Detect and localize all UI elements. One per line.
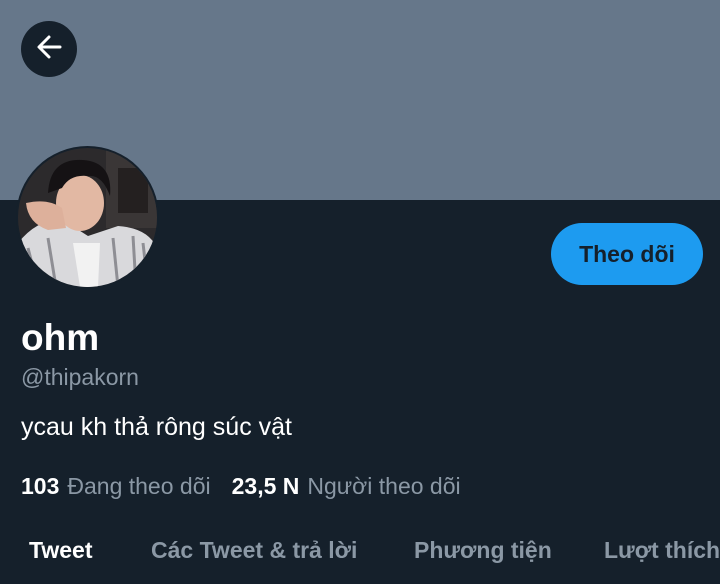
- username-handle: @thipakorn: [21, 364, 139, 390]
- profile-bio: ycau kh thả rông súc vật: [21, 413, 292, 441]
- tab-tweets[interactable]: Tweet: [29, 534, 92, 566]
- arrow-left-icon: [34, 32, 64, 67]
- followers-count: 23,5 N: [231, 473, 300, 499]
- back-button[interactable]: [21, 21, 77, 77]
- avatar[interactable]: [16, 146, 159, 289]
- followers-label: Người theo dõi: [307, 473, 461, 499]
- following-link[interactable]: 103 Đang theo dõi: [21, 470, 211, 502]
- display-name: ohm: [21, 317, 100, 358]
- tab-likes[interactable]: Lượt thích: [604, 534, 720, 566]
- follow-stats: 103 Đang theo dõi 23,5 N Người theo dõi: [21, 470, 461, 502]
- profile-page: Theo dõi ohm @thipakorn ycau kh thả rông…: [0, 0, 720, 584]
- followers-link[interactable]: 23,5 N Người theo dõi: [232, 470, 461, 502]
- follow-button[interactable]: Theo dõi: [551, 223, 703, 285]
- tab-tweets-replies[interactable]: Các Tweet & trả lời: [151, 534, 357, 566]
- following-count: 103: [21, 473, 60, 499]
- following-label: Đang theo dõi: [67, 473, 211, 499]
- tab-media[interactable]: Phương tiện: [414, 534, 552, 566]
